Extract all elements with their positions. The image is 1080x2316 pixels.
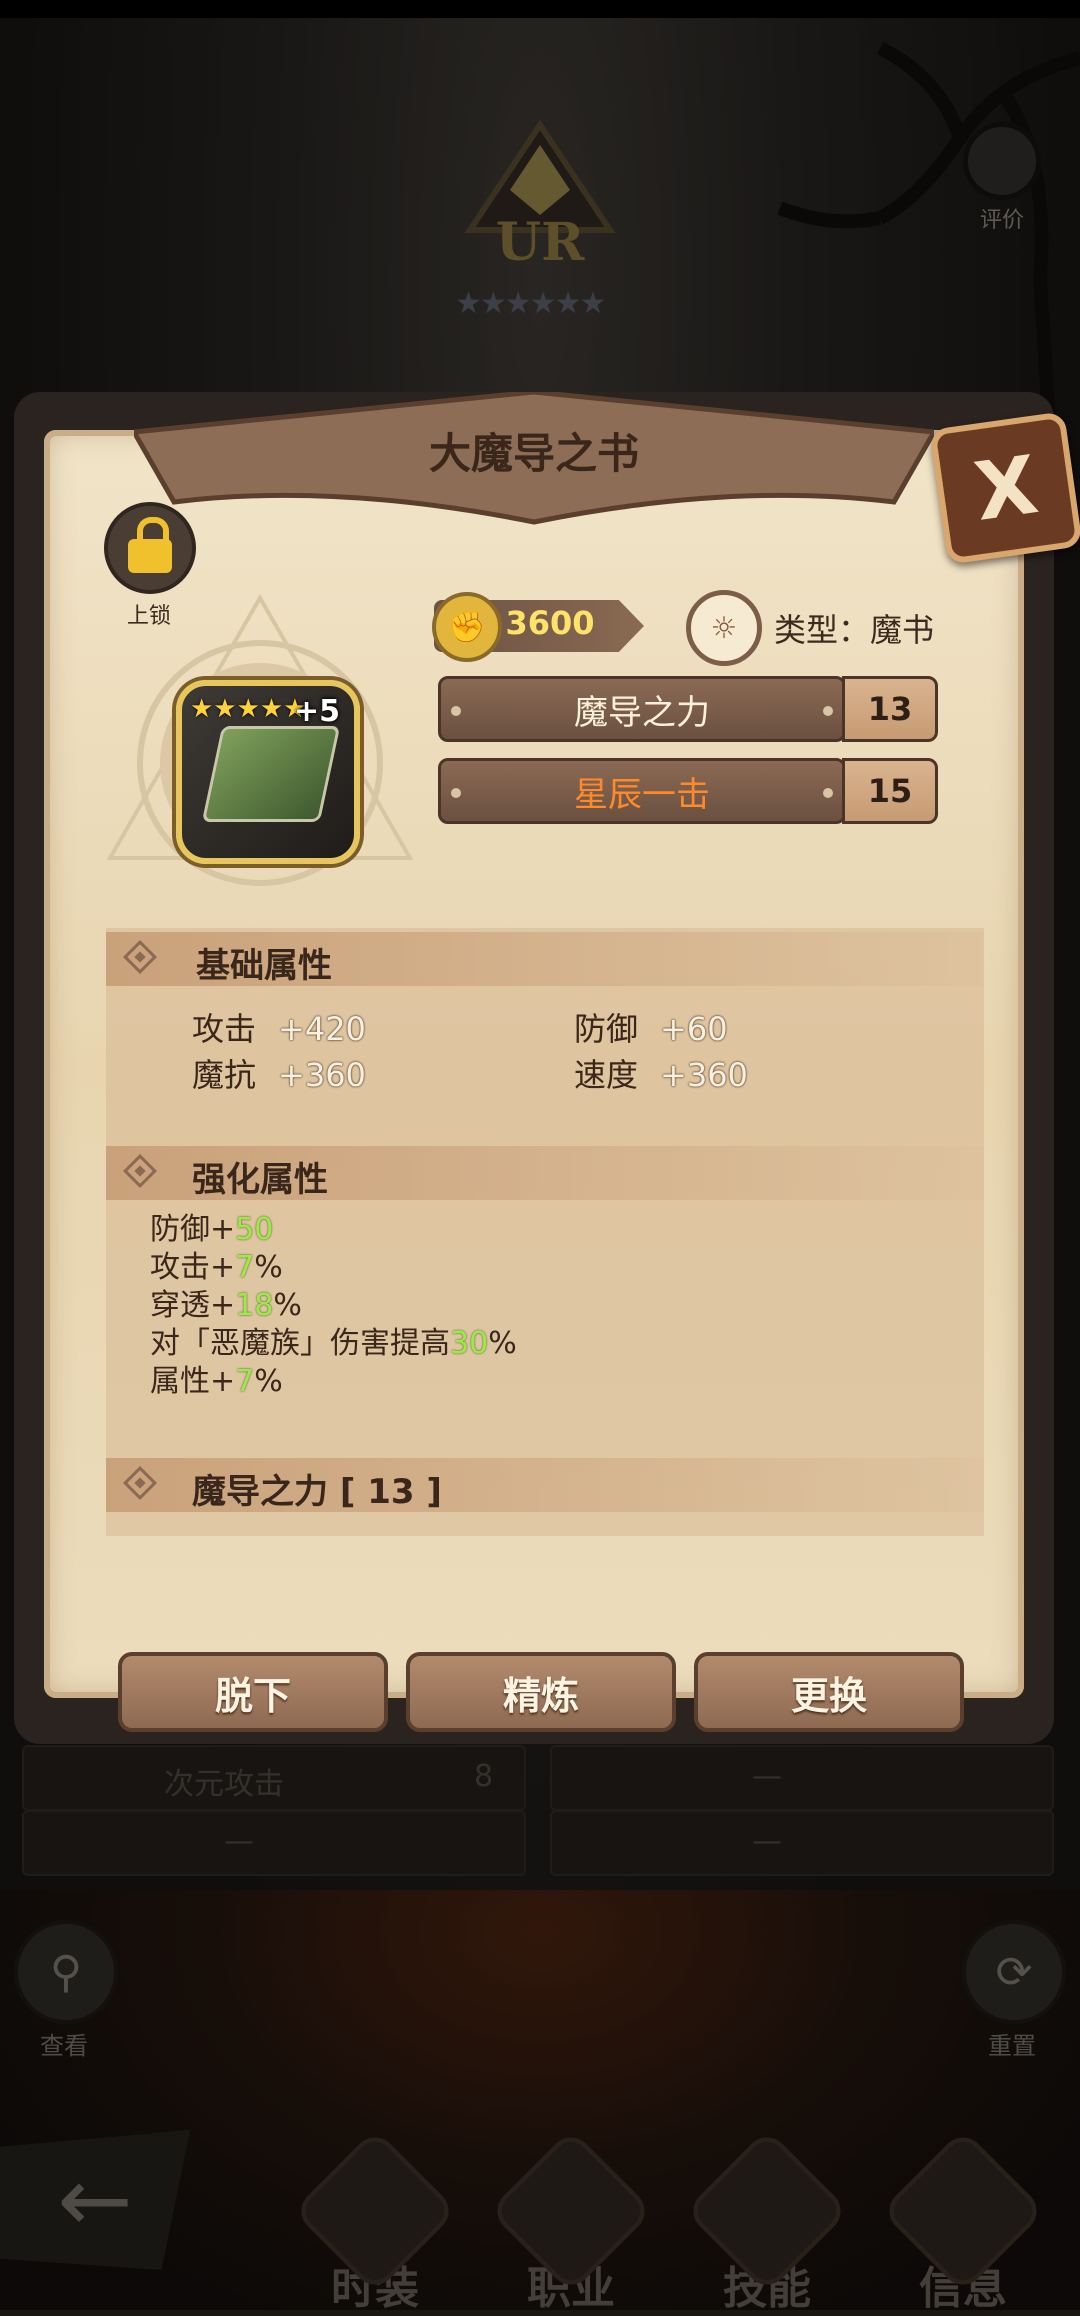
modal-title: 大魔导之书 [428,429,639,478]
skill-section-header: 魔导之力 [ 13 ] [106,1458,984,1512]
section-title: 强化属性 [192,1160,328,1200]
book-type-icon: ☼ [686,590,762,666]
close-button[interactable]: X [929,411,1080,565]
enhance-suffix: % [488,1326,517,1361]
attr-speed: 速度 +360 [574,1050,748,1096]
item-icon[interactable]: ★★★★★ +5 [176,680,360,864]
skill-level: 13 [842,676,938,742]
attr-name: 防御 [574,1010,639,1048]
section-title: 基础属性 [196,946,332,986]
unequip-button[interactable]: 脱下 [118,1652,388,1732]
unequip-label: 脱下 [214,1673,291,1718]
enhance-text: 对「恶魔族」伤害提高 [150,1326,450,1361]
attr-attack: 攻击 +420 [192,1004,366,1050]
skill-name: 星辰一击 [438,758,846,824]
enhance-suffix: % [254,1364,283,1399]
attr-name: 攻击 [192,1010,257,1048]
replace-button[interactable]: 更换 [694,1652,964,1732]
skill-row[interactable]: 星辰一击 15 [438,758,938,828]
lock-icon [104,502,196,594]
attr-name: 魔抗 [192,1056,257,1094]
skill-level: 15 [842,758,938,824]
attr-defense: 防御 +60 [574,1004,728,1050]
enhance-line: 穿透+18% [150,1286,302,1326]
enhance-number: 18 [235,1288,274,1323]
enhance-line: 属性+7% [150,1362,283,1402]
enhance-number: 7 [235,1364,255,1399]
enhance-suffix: % [273,1288,302,1323]
attr-value: +360 [660,1056,748,1094]
enhance-number: 50 [235,1212,274,1247]
attr-magic-resist: 魔抗 +360 [192,1050,366,1096]
enhance-suffix: % [254,1250,283,1285]
enhance-text: 防御+ [150,1212,236,1247]
enhance-number: 30 [450,1326,489,1361]
section-title: 魔导之力 [ 13 ] [192,1472,442,1512]
refine-label: 精炼 [502,1673,579,1718]
diamond-icon [123,1154,157,1188]
enhance-text: 穿透+ [150,1288,236,1323]
enhance-text: 属性+ [150,1364,236,1399]
magic-book-icon [201,726,341,822]
attr-value: +360 [278,1056,366,1094]
enhance-line: 对「恶魔族」伤害提高30% [150,1324,517,1364]
attr-value: +420 [278,1010,366,1048]
enhance-text: 攻击+ [150,1250,236,1285]
attr-value: +60 [660,1010,728,1048]
skill-name: 魔导之力 [438,676,846,742]
replace-label: 更换 [790,1673,867,1718]
enhance-attributes-header: 强化属性 [106,1146,984,1200]
skill-row[interactable]: 魔导之力 13 [438,676,938,746]
close-icon: X [968,437,1044,539]
enhance-number: 7 [235,1250,255,1285]
base-attributes-header: 基础属性 [106,932,984,986]
item-plus-level: +5 [293,694,340,729]
refine-button[interactable]: 精炼 [406,1652,676,1732]
enhance-line: 攻击+7% [150,1248,283,1288]
diamond-icon [123,940,157,974]
diamond-icon [123,1466,157,1500]
type-label: 类型：魔书 [774,611,935,649]
power-value: 3600 [505,604,595,642]
enhance-line: 防御+50 [150,1210,273,1250]
fist-icon: ✊ [432,592,502,662]
item-stars: ★★★★★ [190,694,307,724]
attributes-panel[interactable]: 基础属性 攻击 +420 防御 +60 魔抗 +360 速度 +360 强化属性 防御+… [106,928,984,1536]
attr-name: 速度 [574,1056,639,1094]
